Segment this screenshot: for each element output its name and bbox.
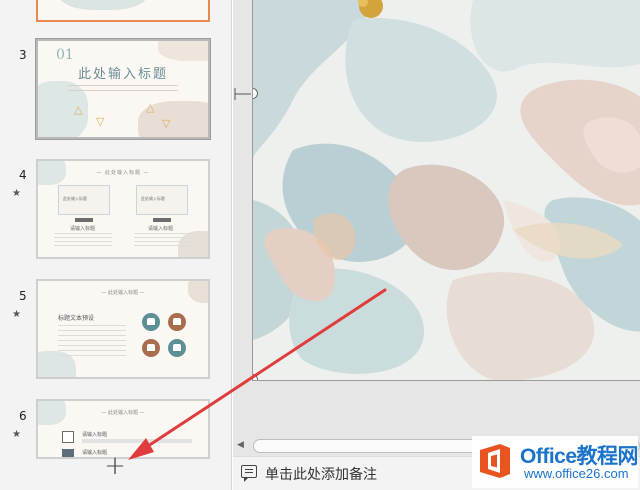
animation-star-icon[interactable]: ★ [12, 188, 21, 199]
thumb-checkbox-icon [62, 431, 74, 443]
vertical-ruler-marker [234, 88, 251, 100]
thumb-box-bar [153, 218, 171, 222]
watermark-url: www.office26.com [524, 466, 629, 481]
slide-thumbnail-5[interactable]: — 此处输入标题 — 标题文本预设 [36, 279, 210, 379]
slide-thumbnail-panel[interactable]: 3 01 此处输入标题 △ ▽ △ ▽ 4 ★ — 此处输入标题 — 此处输入标… [0, 0, 232, 490]
slide-number-5: 5 [19, 289, 27, 303]
animation-star-icon[interactable]: ★ [12, 429, 21, 440]
thumb-box-bar [75, 218, 93, 222]
thumb-box-label: 此处输入标题 [141, 196, 165, 201]
slide-number-3: 3 [19, 48, 27, 62]
thumb-body-text [58, 325, 126, 357]
slide-editor[interactable]: ◀ 单击此处添加备注 [233, 0, 640, 490]
thumb-item-text [82, 439, 192, 443]
thumb-title: 此处输入标题 [77, 67, 168, 82]
slide-number-4: 4 [19, 168, 27, 182]
thumb-body-text [54, 233, 112, 247]
thumb-header: — 此处输入标题 — [101, 290, 145, 296]
scroll-left-icon[interactable]: ◀ [237, 440, 244, 450]
thumb-subtitle-lines [68, 85, 178, 91]
notes-placeholder[interactable]: 单击此处添加备注 [265, 464, 377, 484]
notes-icon [241, 465, 257, 482]
thumb-item-label: 请输入标题 [82, 432, 108, 438]
thumb-header: — 此处输入标题 — [96, 170, 150, 176]
thumb-checkbox-icon [62, 449, 74, 457]
gold-triangle-icon: △ [74, 103, 83, 116]
slide-number-6: 6 [19, 409, 27, 423]
gold-triangle-icon: △ [146, 101, 155, 114]
thumb-image-box: 此处输入标题 [136, 185, 188, 222]
thumb-body-title: 标题文本预设 [58, 315, 95, 322]
slide-thumbnail-2[interactable] [36, 0, 210, 22]
thumb-teal-circle-icon [168, 339, 186, 357]
thumb-box-label: 此处输入标题 [63, 196, 87, 201]
thumb-brown-circle-icon [142, 339, 160, 357]
thumb-image-box: 此处输入标题 [58, 185, 110, 222]
add-slide-button[interactable]: + [100, 452, 130, 482]
thumb-header: — 此处输入标题 — [101, 410, 145, 416]
camouflage-background [253, 0, 640, 380]
thumb-label-right: 请输入标题 [148, 226, 174, 232]
gold-triangle-icon: ▽ [162, 117, 171, 130]
thumb-label-left: 请输入标题 [70, 226, 96, 232]
office-logo-icon [480, 444, 510, 478]
animation-star-icon[interactable]: ★ [12, 309, 21, 320]
thumb-teal-circle-icon [142, 313, 160, 331]
thumb-body-text [134, 233, 192, 247]
site-watermark: Office教程网 www.office26.com [472, 436, 639, 488]
thumb-heading-number: 01 [56, 47, 74, 63]
slide-thumbnail-6[interactable]: — 此处输入标题 — 请输入标题 请输入标题 [36, 399, 210, 459]
slide-thumbnail-4[interactable]: — 此处输入标题 — 此处输入标题 此处输入标题 请输入标题 请输入标题 [36, 159, 210, 259]
gold-triangle-icon: ▽ [96, 115, 105, 128]
slide-canvas[interactable] [252, 0, 640, 381]
thumb-brown-circle-icon [168, 313, 186, 331]
slide-thumbnail-3[interactable]: 01 此处输入标题 △ ▽ △ ▽ [35, 38, 211, 140]
